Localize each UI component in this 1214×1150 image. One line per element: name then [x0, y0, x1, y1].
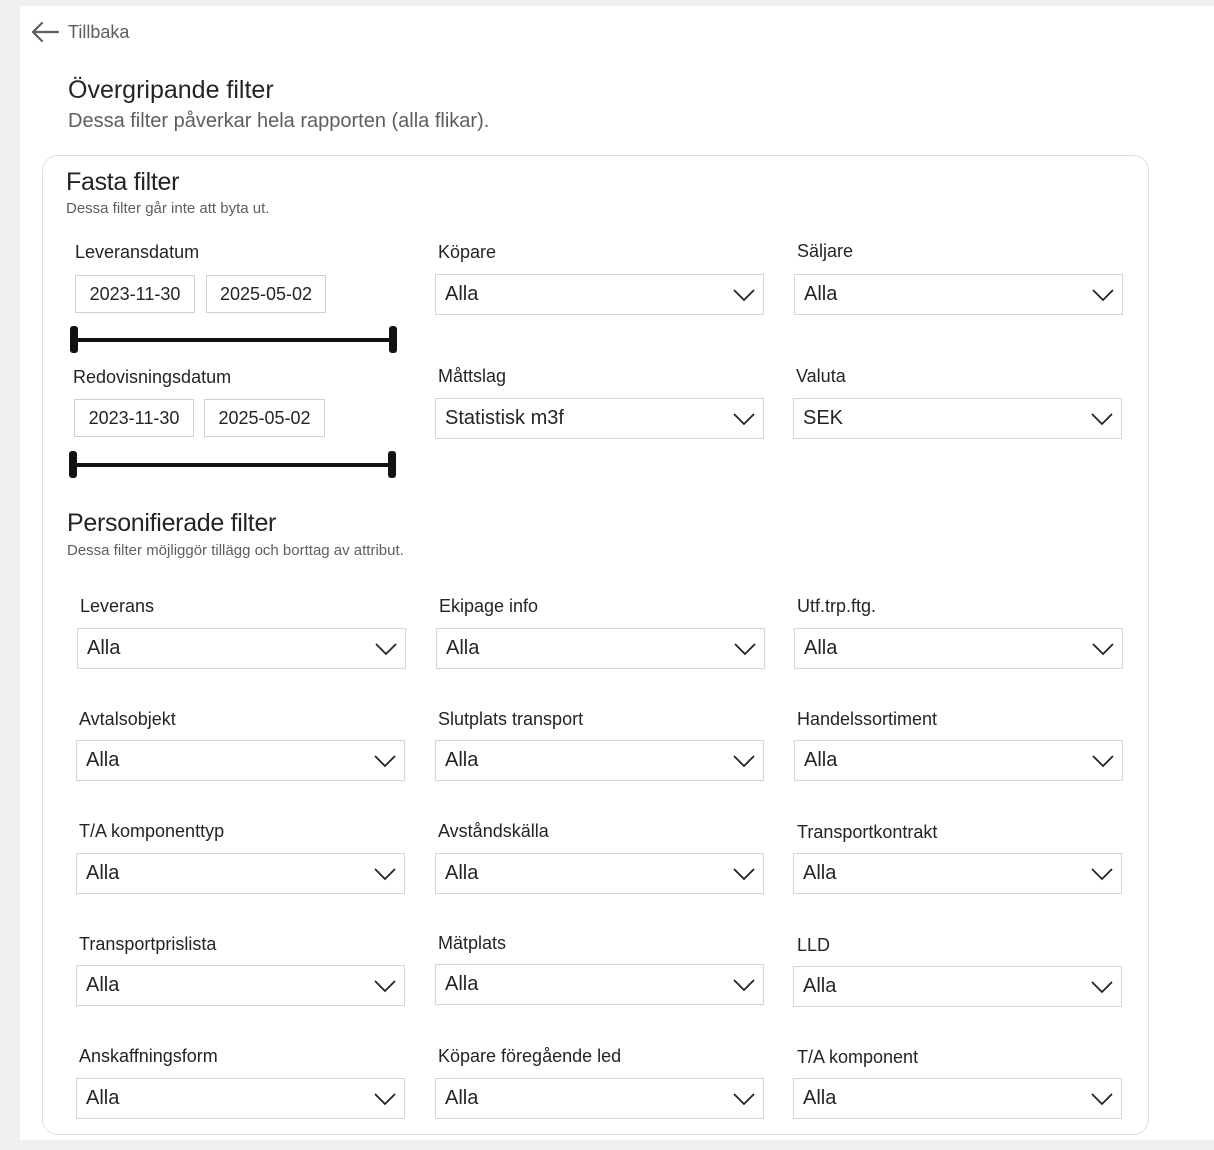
chevron-down-icon	[733, 754, 755, 767]
transport-contract-dropdown[interactable]: Alla	[793, 853, 1122, 894]
delivery-date-label: Leveransdatum	[75, 242, 200, 262]
previous-buyer-dropdown[interactable]: Alla	[435, 1078, 764, 1119]
dropdown-value: Alla	[803, 862, 837, 884]
transport-endpoint-dropdown[interactable]: Alla	[435, 740, 764, 781]
dropdown-value: Statistisk m3f	[445, 407, 564, 429]
accounting-date-label: Redovisningsdatum	[73, 367, 232, 387]
chevron-down-icon	[1092, 754, 1114, 767]
previous-buyer-label: Köpare föregående led	[438, 1046, 622, 1066]
delivery-date-to-input[interactable]: 2025-05-02	[206, 275, 326, 313]
vehicle-info-label: Ekipage info	[439, 596, 539, 616]
chevron-down-icon	[733, 867, 755, 880]
dropdown-value: Alla	[804, 749, 838, 771]
chevron-down-icon	[375, 642, 397, 655]
seller-label: Säljare	[797, 241, 854, 261]
component-label: T/A komponent	[797, 1047, 919, 1067]
slider-handle-end[interactable]	[389, 326, 397, 353]
accounting-date-from-input[interactable]: 2023-11-30	[74, 399, 194, 437]
contract-object-label: Avtalsobjekt	[79, 709, 176, 729]
page-subtitle: Dessa filter påverkar hela rapporten (al…	[68, 110, 490, 132]
slider-handle-start[interactable]	[69, 451, 77, 478]
dropdown-value: Alla	[445, 862, 479, 884]
personal-filters-subtitle: Dessa filter möjliggör tillägg och bortt…	[67, 542, 404, 559]
back-button[interactable]: Tillbaka	[30, 20, 129, 44]
lld-dropdown[interactable]: Alla	[793, 966, 1122, 1007]
dropdown-value: Alla	[86, 974, 120, 996]
chevron-down-icon	[733, 978, 755, 991]
dropdown-value: Alla	[803, 1087, 837, 1109]
dropdown-value: Alla	[804, 283, 838, 305]
dropdown-value: Alla	[445, 973, 479, 995]
chevron-down-icon	[1091, 980, 1113, 993]
distance-source-label: Avståndskälla	[438, 821, 549, 841]
page-title: Övergripande filter	[68, 76, 274, 104]
transport-pricelist-label: Transportprislista	[79, 934, 217, 954]
dropdown-value: Alla	[445, 1087, 479, 1109]
seller-dropdown[interactable]: Alla	[794, 274, 1123, 315]
buyer-dropdown[interactable]: Alla	[435, 274, 764, 315]
back-label: Tillbaka	[68, 21, 130, 42]
dropdown-value: Alla	[86, 1087, 120, 1109]
chevron-down-icon	[733, 412, 755, 425]
fixed-filters-title: Fasta filter	[66, 168, 180, 196]
trade-assortment-dropdown[interactable]: Alla	[794, 740, 1123, 781]
accounting-date-slider[interactable]	[69, 451, 396, 479]
currency-dropdown[interactable]: SEK	[793, 398, 1122, 439]
dropdown-value: Alla	[803, 975, 837, 997]
distance-source-dropdown[interactable]: Alla	[435, 853, 764, 894]
chevron-down-icon	[374, 979, 396, 992]
contract-object-dropdown[interactable]: Alla	[76, 740, 405, 781]
chevron-down-icon	[1092, 288, 1114, 301]
personal-filters-title: Personifierade filter	[67, 509, 277, 537]
chevron-down-icon	[734, 642, 756, 655]
chevron-down-icon	[1091, 867, 1113, 880]
acquisition-form-label: Anskaffningsform	[79, 1046, 218, 1066]
delivery-date-slider[interactable]	[70, 326, 397, 354]
dropdown-value: Alla	[804, 637, 838, 659]
dropdown-value: Alla	[446, 637, 480, 659]
fixed-filters-subtitle: Dessa filter går inte att byta ut.	[66, 200, 270, 217]
chevron-down-icon	[1092, 642, 1114, 655]
transport-contract-label: Transportkontrakt	[797, 822, 938, 842]
component-type-dropdown[interactable]: Alla	[76, 853, 405, 894]
trade-assortment-label: Handelssortiment	[797, 709, 938, 729]
measuring-place-dropdown[interactable]: Alla	[435, 964, 764, 1005]
lld-label: LLD	[797, 935, 831, 955]
slider-handle-end[interactable]	[388, 451, 396, 478]
component-dropdown[interactable]: Alla	[793, 1078, 1122, 1119]
slider-track	[69, 463, 396, 467]
arrow-left-icon	[31, 21, 60, 43]
chevron-down-icon	[374, 867, 396, 880]
transport-company-dropdown[interactable]: Alla	[794, 628, 1123, 669]
buyer-label: Köpare	[438, 242, 497, 262]
slider-handle-start[interactable]	[70, 326, 78, 353]
dropdown-value: Alla	[87, 637, 121, 659]
measure-type-label: Måttslag	[438, 366, 507, 386]
dropdown-value: SEK	[803, 407, 844, 429]
dropdown-value: Alla	[86, 862, 120, 884]
currency-label: Valuta	[796, 366, 846, 386]
chevron-down-icon	[374, 754, 396, 767]
transport-pricelist-dropdown[interactable]: Alla	[76, 965, 405, 1006]
chevron-down-icon	[733, 288, 755, 301]
transport-company-label: Utf.trp.ftg.	[797, 596, 877, 616]
acquisition-form-dropdown[interactable]: Alla	[76, 1078, 405, 1119]
chevron-down-icon	[374, 1092, 396, 1105]
measure-type-dropdown[interactable]: Statistisk m3f	[435, 398, 764, 439]
dropdown-value: Alla	[445, 749, 479, 771]
chevron-down-icon	[733, 1092, 755, 1105]
measuring-place-label: Mätplats	[438, 933, 507, 953]
transport-endpoint-label: Slutplats transport	[438, 709, 584, 729]
vehicle-info-dropdown[interactable]: Alla	[436, 628, 765, 669]
delivery-dropdown[interactable]: Alla	[77, 628, 406, 669]
chevron-down-icon	[1091, 1092, 1113, 1105]
delivery-label: Leverans	[80, 596, 155, 616]
delivery-date-from-input[interactable]: 2023-11-30	[75, 275, 195, 313]
dropdown-value: Alla	[86, 749, 120, 771]
accounting-date-to-input[interactable]: 2025-05-02	[204, 399, 325, 437]
slider-track	[70, 338, 397, 342]
dropdown-value: Alla	[445, 283, 479, 305]
component-type-label: T/A komponenttyp	[79, 821, 225, 841]
chevron-down-icon	[1091, 412, 1113, 425]
